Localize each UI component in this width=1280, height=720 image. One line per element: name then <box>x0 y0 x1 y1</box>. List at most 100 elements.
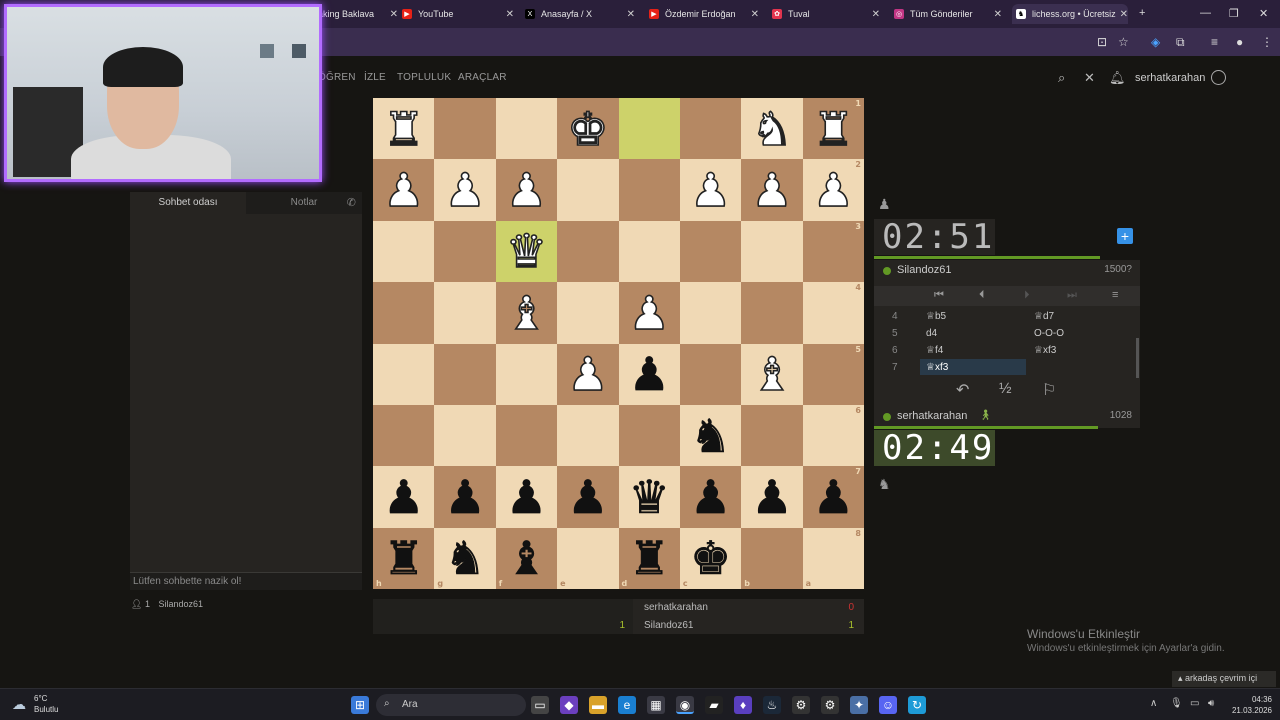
settings-icon[interactable]: ⚙ <box>821 696 839 714</box>
close-icon[interactable]: ✕ <box>390 9 398 20</box>
board-square[interactable] <box>495 98 558 160</box>
nav-community[interactable]: TOPLULUK <box>397 72 451 83</box>
search-icon[interactable]: ⌕ <box>1058 70 1065 86</box>
copilot-icon[interactable]: ◆ <box>560 696 578 714</box>
board-square[interactable] <box>618 98 680 160</box>
browser-tab[interactable]: ▶ YouTube ✕ <box>402 4 514 24</box>
black-pawn-piece[interactable]: ♟ <box>751 474 793 521</box>
board-square[interactable] <box>373 404 435 467</box>
start-icon[interactable]: ⊞ <box>351 696 369 714</box>
move-white[interactable]: ♕xf3 <box>926 362 948 373</box>
steam-icon[interactable]: ♨ <box>763 696 781 714</box>
board-square[interactable]: 3 <box>802 220 864 283</box>
board-square[interactable] <box>373 343 435 405</box>
board-square[interactable] <box>618 220 680 283</box>
white-pawn-piece[interactable]: ♟ <box>628 289 671 337</box>
browser-tab[interactable]: aking Baklava ✕ <box>318 4 398 24</box>
browser-tab[interactable]: ▶ Özdemir Erdoğan ✕ <box>649 4 759 24</box>
profile-icon[interactable]: ● <box>1236 35 1243 49</box>
black-rook-piece[interactable]: ♜ <box>628 535 670 582</box>
white-pawn-piece[interactable]: ♟ <box>566 350 609 398</box>
puzzle-icon[interactable]: ⧉ <box>1176 35 1185 50</box>
tab-chat-room[interactable]: Sohbet odası <box>130 192 246 214</box>
system-clock[interactable]: 04:36 21.03.2026 <box>1232 694 1272 716</box>
app-icon[interactable]: ↻ <box>908 696 926 714</box>
taskbar-search[interactable]: ⌕ Ara <box>376 694 526 716</box>
close-icon[interactable]: ✕ <box>751 9 759 20</box>
board-square[interactable]: e <box>557 527 619 589</box>
prev-move-icon[interactable]: ⏴ <box>979 289 985 302</box>
board-square[interactable] <box>373 282 435 344</box>
app-icon[interactable]: ♦ <box>734 696 752 714</box>
board-square[interactable]: ♟ <box>557 343 619 405</box>
add-time-button[interactable]: + <box>1117 228 1133 244</box>
bell-icon[interactable]: 🔔︎ <box>1109 70 1126 86</box>
network-icon[interactable]: ▭ <box>1190 698 1199 709</box>
browser-tab[interactable]: ✿ Tuval ✕ <box>772 4 880 24</box>
folder-icon[interactable]: ▬ <box>589 696 607 714</box>
spectator-name[interactable]: Silandoz61 <box>158 599 203 609</box>
board-square[interactable] <box>679 282 742 344</box>
app-icon[interactable]: ⚙ <box>792 696 810 714</box>
resign-flag-icon[interactable]: ⚐ <box>1042 380 1056 400</box>
board-square[interactable]: ♟ 7 <box>802 466 864 528</box>
black-rook-piece[interactable]: ♜ <box>383 535 425 582</box>
extension-icon[interactable]: ◈ <box>1151 35 1160 49</box>
board-square[interactable]: 4 <box>802 282 864 344</box>
board-square[interactable] <box>679 98 742 160</box>
white-pawn-piece[interactable]: ♟ <box>505 166 548 214</box>
board-square[interactable]: ♟ <box>741 466 803 528</box>
move-white[interactable]: ♕b5 <box>926 311 946 322</box>
browser-tab[interactable]: X Anasayfa / X ✕ <box>525 4 635 24</box>
board-square[interactable] <box>618 404 680 467</box>
opponent-name[interactable]: Silandoz61 <box>897 264 951 276</box>
board-square[interactable]: ♟ 2 <box>802 159 864 221</box>
close-icon[interactable]: ✕ <box>627 9 635 20</box>
board-square[interactable]: ♞ <box>679 404 742 467</box>
last-move-icon[interactable]: ⏭ <box>1067 289 1077 302</box>
board-square[interactable] <box>434 98 496 160</box>
volume-icon[interactable]: 🔊︎ <box>1208 698 1214 709</box>
white-pawn-piece[interactable]: ♟ <box>444 166 487 214</box>
next-move-icon[interactable]: ⏵ <box>1024 289 1030 302</box>
edge-icon[interactable]: e <box>618 696 636 714</box>
install-app-icon[interactable]: ⊡ <box>1097 35 1107 49</box>
move-white[interactable]: d4 <box>926 328 937 339</box>
board-square[interactable] <box>557 404 619 467</box>
move-black[interactable]: ♕xf3 <box>1034 345 1056 356</box>
black-pawn-piece[interactable]: ♟ <box>628 351 670 398</box>
board-square[interactable]: 8a <box>802 527 864 589</box>
white-king-piece[interactable]: ♚ <box>566 105 609 153</box>
browser-tab[interactable]: ◎ Tüm Gönderiler ✕ <box>894 4 1002 24</box>
task-view-icon[interactable]: ▭ <box>531 696 549 714</box>
board-square[interactable]: ♟ <box>679 159 742 221</box>
black-pawn-piece[interactable]: ♟ <box>812 474 854 521</box>
move-black[interactable]: ♕d7 <box>1034 311 1054 322</box>
board-square[interactable]: ♜ d <box>618 527 680 589</box>
board-square[interactable]: ♟ <box>618 282 680 344</box>
close-icon[interactable]: ✕ <box>994 9 1002 20</box>
challenge-icon[interactable]: ✕ <box>1084 70 1095 86</box>
board-square[interactable]: ♟ <box>741 159 803 221</box>
crosstable-name[interactable]: serhatkarahan <box>644 602 708 613</box>
board-square[interactable] <box>679 220 742 283</box>
app-icon[interactable]: ✦ <box>850 696 868 714</box>
board-square[interactable]: ♟ <box>495 159 558 221</box>
move-list-scrollbar[interactable] <box>1136 338 1139 378</box>
black-pawn-piece[interactable]: ♟ <box>506 474 548 521</box>
white-rook-piece[interactable]: ♜ <box>382 105 425 153</box>
white-pawn-piece[interactable]: ♟ <box>382 166 425 214</box>
new-tab-icon[interactable]: + <box>1139 7 1145 19</box>
user-icon[interactable] <box>1211 70 1226 85</box>
white-bishop-piece[interactable]: ♝ <box>505 289 548 337</box>
restore-icon[interactable]: ❐ <box>1229 7 1239 20</box>
board-square[interactable]: ♟ <box>618 343 680 405</box>
close-icon[interactable]: ✕ <box>506 9 514 20</box>
board-square[interactable]: ♛ <box>495 220 558 283</box>
board-square[interactable] <box>434 404 496 467</box>
board-square[interactable] <box>557 220 619 283</box>
board-square[interactable] <box>434 220 496 283</box>
crosstable-name[interactable]: Silandoz61 <box>644 620 693 631</box>
board-square[interactable]: ♟ <box>557 466 619 528</box>
black-queen-piece[interactable]: ♛ <box>628 474 670 521</box>
